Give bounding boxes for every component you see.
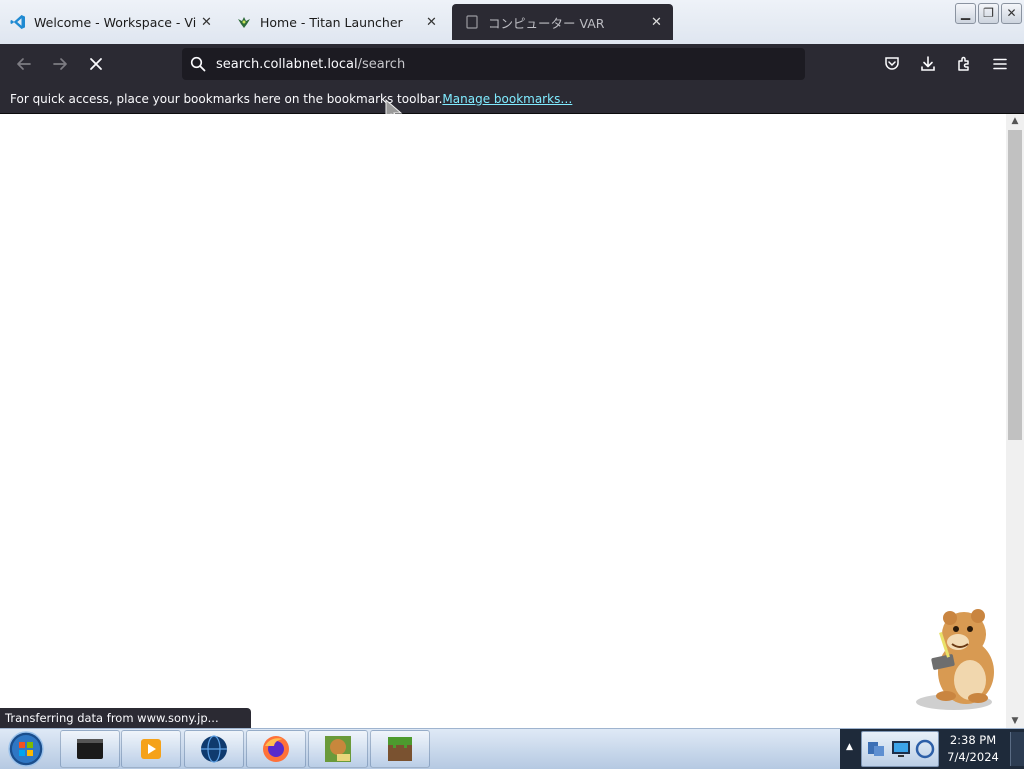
windows-orb-icon bbox=[8, 731, 44, 767]
tab-close-button[interactable]: ✕ bbox=[201, 15, 212, 30]
app-menu-button[interactable] bbox=[986, 50, 1014, 78]
scroll-up-icon[interactable]: ▲ bbox=[1006, 114, 1024, 128]
navigation-toolbar: search.collabnet.local/search bbox=[0, 44, 1024, 84]
taskbar-item-globe[interactable] bbox=[184, 730, 244, 768]
show-desktop-button[interactable] bbox=[1010, 732, 1024, 766]
url-host: search.collabnet.local bbox=[216, 56, 358, 72]
restore-button[interactable]: ❐ bbox=[978, 3, 999, 24]
page-content[interactable] bbox=[0, 114, 1006, 728]
bookmarks-toolbar: For quick access, place your bookmarks h… bbox=[0, 84, 1024, 114]
taskbar-item-media-player[interactable] bbox=[121, 730, 181, 768]
status-panel: Transferring data from www.sony.jp... bbox=[0, 708, 251, 728]
firefox-icon bbox=[263, 736, 289, 762]
scroll-down-icon[interactable]: ▼ bbox=[1006, 714, 1024, 728]
back-arrow-icon bbox=[17, 58, 31, 70]
extensions-button[interactable] bbox=[950, 50, 978, 78]
url-path: /search bbox=[357, 56, 406, 72]
clock-date: 7/4/2024 bbox=[947, 750, 999, 764]
downloads-button[interactable] bbox=[914, 50, 942, 78]
start-button[interactable] bbox=[6, 730, 46, 768]
tray-icons[interactable] bbox=[861, 731, 939, 767]
back-button[interactable] bbox=[10, 50, 38, 78]
vertical-scrollbar[interactable]: ▲ ▼ bbox=[1006, 114, 1024, 728]
minimize-button[interactable]: ▁ bbox=[955, 3, 976, 24]
taskbar-item-minecraft[interactable] bbox=[370, 730, 430, 768]
monitor-icon bbox=[892, 741, 910, 757]
network-icon bbox=[868, 742, 884, 756]
titan-dragon-icon bbox=[236, 14, 252, 30]
url-text[interactable]: search.collabnet.local/search bbox=[216, 57, 405, 72]
close-window-button[interactable]: ✕ bbox=[1001, 3, 1022, 24]
stop-loading-button[interactable] bbox=[82, 50, 110, 78]
show-hidden-icons-icon[interactable]: ▲ bbox=[846, 742, 853, 752]
page-icon bbox=[464, 14, 480, 30]
status-text: Transferring data from www.sony.jp... bbox=[5, 711, 219, 725]
media-player-icon bbox=[141, 739, 161, 759]
tab-active-loading[interactable]: コンピューター VAR ✕ bbox=[452, 4, 673, 40]
tab-titan-launcher[interactable]: Home - Titan Launcher ✕ bbox=[226, 4, 448, 40]
globe-icon bbox=[201, 735, 227, 763]
taskbar-item-terminal[interactable] bbox=[60, 730, 120, 768]
scrollbar-thumb[interactable] bbox=[1008, 130, 1022, 440]
manage-bookmarks-link[interactable]: Manage bookmarks… bbox=[442, 92, 572, 106]
minecraft-icon bbox=[388, 737, 412, 761]
search-icon bbox=[190, 56, 206, 72]
tab-title: Home - Titan Launcher bbox=[260, 14, 403, 30]
taskbar-item-box-game[interactable] bbox=[308, 730, 368, 768]
sync-icon bbox=[915, 739, 935, 759]
pocket-button[interactable] bbox=[878, 50, 906, 78]
tab-strip: Welcome - Workspace - Visual ✕ Home - Ti… bbox=[0, 0, 1024, 44]
tab-vscode-welcome[interactable]: Welcome - Workspace - Visual ✕ bbox=[0, 4, 222, 40]
download-icon bbox=[921, 56, 935, 71]
terminal-icon bbox=[77, 739, 103, 759]
tab-title: コンピューター VAR bbox=[488, 15, 605, 31]
taskbar: ▲ 2:38 PM 7/4/2024 bbox=[0, 728, 1024, 769]
stop-x-icon bbox=[90, 58, 102, 70]
taskbar-item-firefox[interactable] bbox=[246, 730, 306, 768]
vscode-icon bbox=[10, 14, 26, 30]
tab-title: Welcome - Workspace - Visual bbox=[34, 14, 196, 30]
puzzle-icon bbox=[958, 56, 969, 71]
tab-close-button[interactable]: ✕ bbox=[651, 15, 662, 30]
tab-close-button[interactable]: ✕ bbox=[426, 15, 437, 30]
hamster-mascot-icon bbox=[916, 609, 994, 710]
taskbar-clock[interactable]: 2:38 PM 7/4/2024 bbox=[940, 732, 1006, 766]
hamburger-menu-icon bbox=[993, 58, 1007, 70]
bookmarks-hint: For quick access, place your bookmarks h… bbox=[10, 91, 443, 106]
url-bar[interactable]: search.collabnet.local/search bbox=[182, 48, 805, 80]
forward-button[interactable] bbox=[46, 50, 74, 78]
box-game-icon bbox=[325, 736, 351, 762]
forward-arrow-icon bbox=[53, 58, 67, 70]
clock-time: 2:38 PM bbox=[949, 733, 997, 747]
pocket-icon bbox=[885, 57, 899, 70]
